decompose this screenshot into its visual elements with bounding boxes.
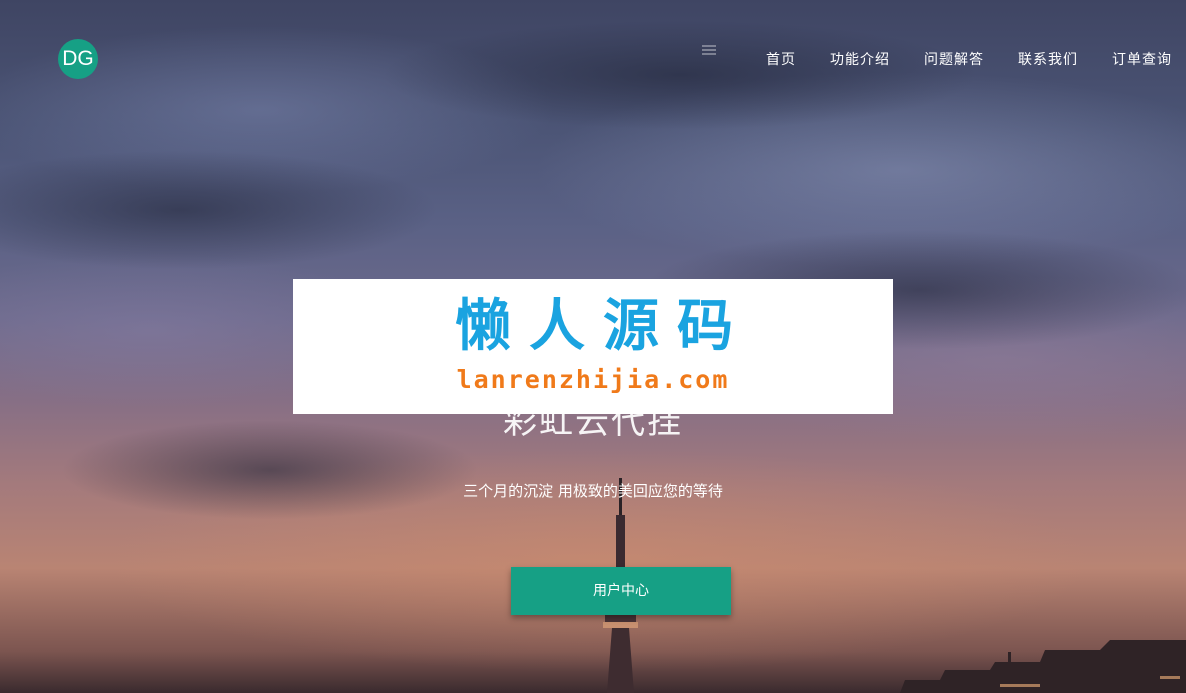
skyline-lights (1160, 676, 1180, 679)
user-center-button[interactable]: 用户中心 (511, 567, 731, 615)
watermark-overlay: 懒人源码 lanrenzhijia.com (293, 279, 893, 414)
skyline-lights (1000, 684, 1040, 687)
watermark-title: 懒人源码 (455, 294, 751, 359)
skyline-buildings (900, 640, 1186, 693)
watermark-url: lanrenzhijia.com (456, 365, 730, 394)
tower-base (607, 628, 634, 693)
hero-subtitle: 三个月的沉淀 用极致的美回应您的等待 (463, 482, 723, 500)
skyline-antenna (1008, 652, 1011, 672)
tower-pod-lights (603, 622, 638, 628)
hero-section: DG 首页 功能介绍 问题解答 联系我们 订单查询 彩虹云代挂 懒人源码 lan… (0, 0, 1186, 693)
